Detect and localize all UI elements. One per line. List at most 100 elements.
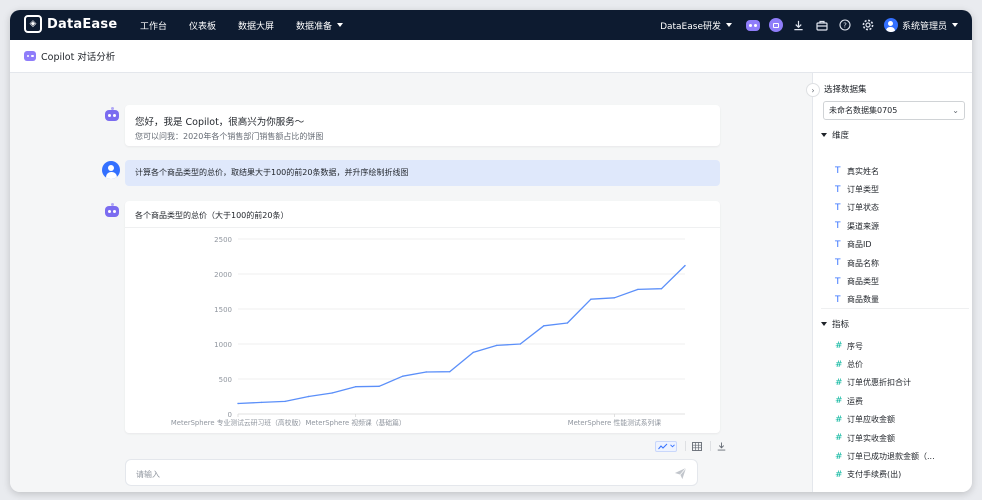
measure-field[interactable]: # 订单应收金额 (835, 411, 965, 429)
measure-field[interactable]: # 订单实收金额 (835, 429, 965, 447)
data-point (566, 322, 569, 324)
page-header: Copilot 对话分析 (10, 40, 972, 73)
collapse-panel-button[interactable]: › (806, 83, 820, 97)
dimension-field[interactable]: T 商品数量 (835, 291, 965, 309)
dataease-logo[interactable]: ◈ DataEase (24, 15, 117, 33)
workspace-name: DataEase研发 (660, 21, 721, 32)
ai-chat-icon[interactable] (768, 18, 783, 32)
top-nav-bar: ◈ DataEase 工作台 仪表板 数据大屏 数据准备 DataEase研发 ? (10, 10, 972, 40)
measure-field[interactable]: # 序号 (835, 337, 965, 355)
measure-field-label: 订单已成功退款金额（... (847, 452, 935, 462)
dimension-field[interactable]: T 商品ID (835, 236, 965, 254)
toolbox-icon[interactable] (815, 18, 829, 32)
text-type-icon: T (835, 276, 841, 287)
help-icon[interactable]: ? (838, 18, 852, 32)
copilot-icon[interactable] (745, 18, 760, 32)
greeting-card: 您好，我是 Copilot，很高兴为你服务～ 您可以问我：2020年各个销售部门… (125, 105, 720, 146)
y-tick-label: 0 (228, 411, 232, 419)
number-type-icon: # (835, 451, 843, 462)
data-point (425, 371, 427, 373)
dimension-section-header[interactable]: 维度 (821, 129, 849, 141)
text-type-icon: T (835, 202, 841, 213)
data-point (237, 402, 239, 405)
dataset-select[interactable]: 未命名数据集0705 ⌄ (823, 101, 965, 120)
nav-item[interactable]: 数据大屏 (238, 19, 274, 32)
toolbar-divider (710, 441, 711, 451)
greeting-suggestion[interactable]: 您可以问我：2020年各个销售部门销售额占比的饼图 (135, 131, 323, 142)
dimension-field[interactable]: T 真实姓名 (835, 162, 965, 180)
data-point (307, 395, 310, 398)
measure-header-label: 指标 (832, 320, 850, 330)
number-type-icon: # (835, 433, 843, 444)
dimension-field[interactable]: T 商品类型 (835, 272, 965, 290)
nav-item[interactable]: 工作台 (140, 19, 167, 32)
chat-input-box[interactable] (125, 459, 698, 486)
measure-section-header[interactable]: 指标 (821, 318, 849, 330)
dimension-field[interactable]: T 订单类型 (835, 180, 965, 198)
dimension-field[interactable]: T 订单状态 (835, 199, 965, 217)
data-point (354, 386, 357, 388)
settings-icon[interactable] (861, 18, 875, 32)
send-icon[interactable] (674, 467, 687, 480)
text-type-icon: T (835, 221, 841, 232)
data-point (260, 401, 263, 404)
dimension-field-label: 商品数量 (847, 295, 879, 305)
nav-item[interactable]: 仪表板 (189, 19, 216, 32)
dimension-field[interactable]: T 渠道来源 (835, 217, 965, 235)
data-point (449, 370, 451, 373)
dimension-field-label: 渠道来源 (847, 221, 879, 231)
line-chart-icon[interactable] (655, 440, 677, 452)
app-window: ◈ DataEase 工作台 仪表板 数据大屏 数据准备 DataEase研发 ? (10, 10, 972, 492)
svg-text:?: ? (843, 22, 847, 30)
panel-title: 选择数据集 (824, 85, 867, 95)
page-title: Copilot 对话分析 (41, 52, 116, 63)
y-tick-label: 2000 (214, 271, 232, 279)
data-point (519, 343, 522, 345)
data-point (378, 385, 380, 388)
download-icon[interactable] (717, 440, 726, 452)
toolbar-divider (685, 441, 686, 451)
measure-field[interactable]: # 订单已成功退款金额（... (835, 447, 965, 465)
workspace-switcher[interactable]: DataEase研发 (660, 19, 732, 32)
number-type-icon: # (835, 377, 843, 388)
user-menu[interactable]: 系统管理员 (883, 18, 958, 32)
dataset-select-value: 未命名数据集0705 (829, 106, 898, 115)
dimension-field-label: 商品类型 (847, 277, 879, 287)
caret-down-icon (821, 322, 827, 326)
user-avatar (883, 18, 898, 32)
data-point (543, 325, 545, 327)
dimension-field-label: 真实姓名 (847, 166, 879, 176)
data-point (613, 297, 616, 299)
measure-field-label: 订单优惠折扣合计 (847, 378, 911, 388)
measure-field-label: 运费 (847, 396, 863, 406)
text-type-icon: T (835, 294, 841, 305)
dimension-field[interactable]: T 商品名称 (835, 254, 965, 272)
caret-down-icon (821, 133, 827, 137)
chevron-down-icon (337, 23, 344, 27)
dataease-logo-icon: ◈ (24, 15, 42, 33)
data-point (472, 351, 474, 354)
number-type-icon: # (835, 341, 843, 352)
dimension-header-label: 维度 (832, 131, 850, 141)
chat-input[interactable] (136, 465, 656, 483)
x-tick-label: MeterSphere 视频课（基础篇） (306, 418, 406, 427)
measure-field[interactable]: # 运费 (835, 392, 965, 410)
measure-field[interactable]: # 总价 (835, 355, 965, 373)
measure-list: # 序号 # 总价 # 订单优惠折扣合计 # 运费 # 订单应收金额 # 订单实收金额 # 订单已成功退款… (835, 337, 965, 484)
dimension-field-label: 订单类型 (847, 185, 879, 195)
data-point (684, 264, 686, 267)
user-avatar (102, 161, 120, 179)
chart-title: 各个商品类型的总价（大于100的前20条） (135, 211, 289, 220)
nav-item-label: 数据准备 (296, 21, 333, 32)
copilot-avatar (104, 203, 120, 219)
download-icon[interactable] (792, 18, 806, 32)
x-tick-label: MeterSphere 专业测试云研习班（高校版） (171, 418, 305, 427)
nav-item[interactable]: 数据准备 (296, 19, 344, 32)
measure-field[interactable]: # 支付手续费(出) (835, 466, 965, 484)
table-view-icon[interactable] (692, 440, 702, 452)
line-chart: 0 500 1000 1500 2000 2500 MeterSphere 专业测试云研习班… (171, 236, 686, 427)
nav-item-label: 工作台 (140, 21, 168, 32)
data-point (331, 392, 333, 394)
measure-field[interactable]: # 订单优惠折扣合计 (835, 374, 965, 392)
measure-field-label: 支付手续费(出) (847, 470, 902, 480)
